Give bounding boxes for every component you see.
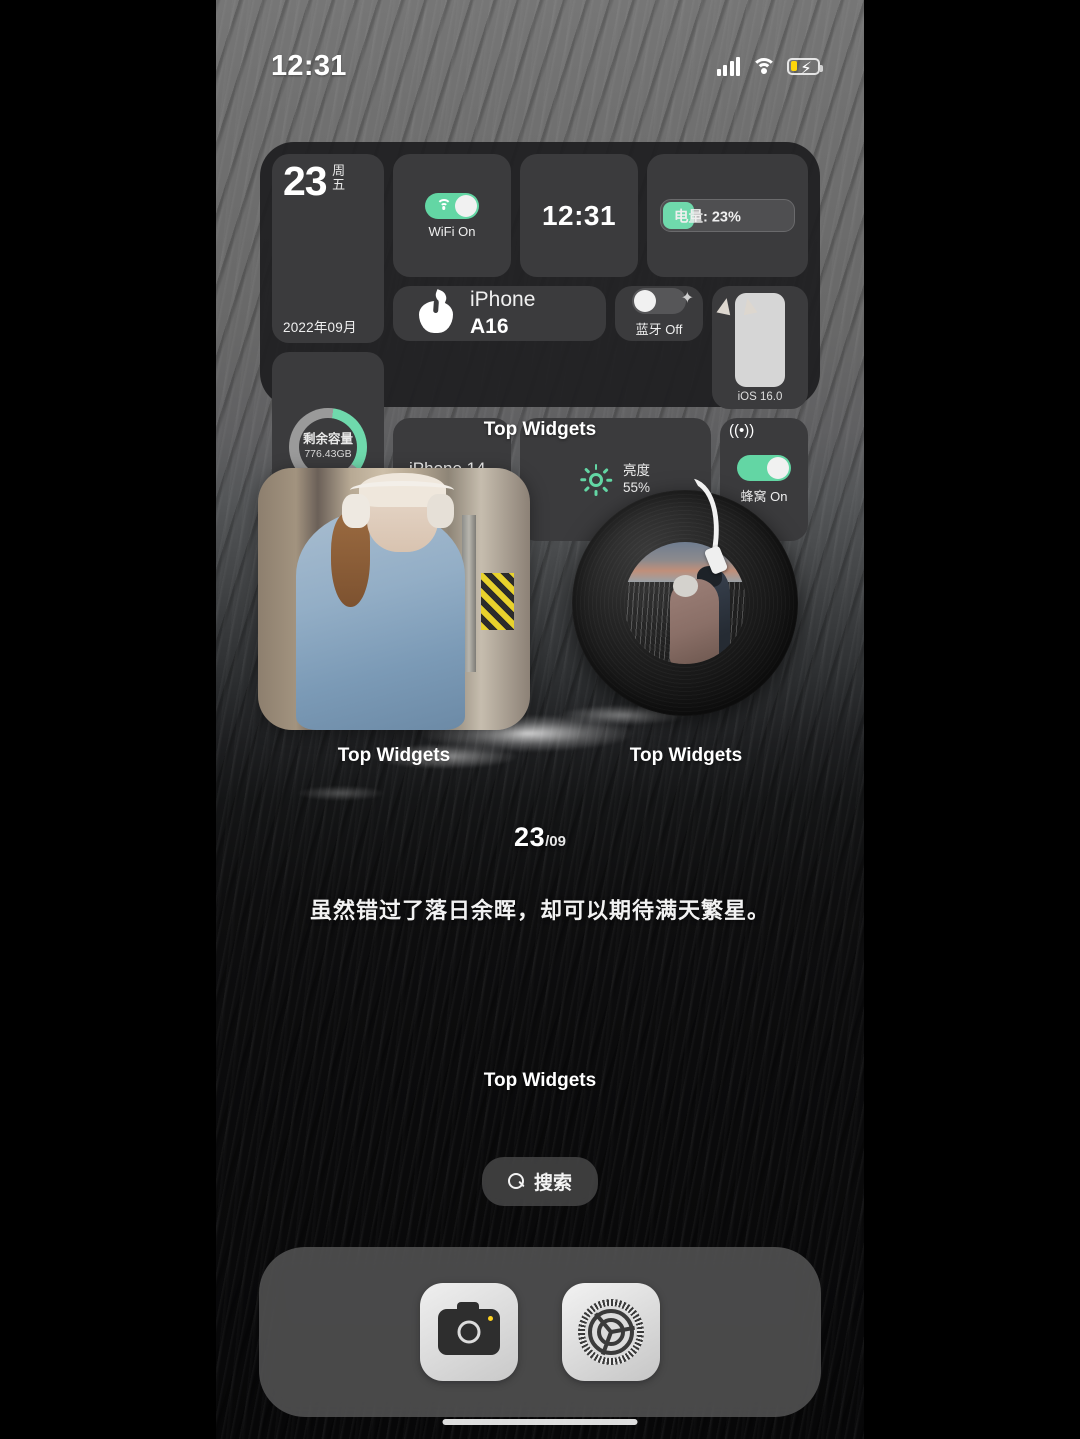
app-icon-settings[interactable] (562, 1283, 660, 1381)
camera-icon (438, 1302, 500, 1355)
photo-figure-front-hat (672, 574, 699, 597)
iphone-home-screen: 12:31 ⚡ 23 周五 2022年09月 剩余容量 776.43GB WiF… (216, 0, 864, 1439)
widget-row-1: WiFi On 12:31 电量: 23% (393, 154, 808, 277)
date-month: 2022年09月 (283, 320, 357, 335)
cellular-bars-icon (716, 56, 740, 76)
status-bar-indicators: ⚡ (716, 56, 823, 78)
status-bar-clock: 12:31 (271, 49, 347, 82)
device-name: iPhone (470, 288, 536, 311)
bluetooth-label: 蓝牙 Off (635, 322, 683, 338)
storage-value: 776.43GB (304, 447, 352, 460)
cellular-toggle[interactable]: ((•)) (729, 423, 791, 481)
toggle-knob (634, 290, 656, 313)
dock (259, 1247, 821, 1417)
ios-photo-tile[interactable]: iOS 16.0 (712, 286, 808, 409)
bluetooth-icon: ✦ (680, 290, 694, 307)
photo-widget[interactable] (258, 468, 530, 730)
vinyl-center-photo (623, 541, 746, 664)
date-tile[interactable]: 23 周五 2022年09月 (272, 154, 384, 343)
date-weekday: 周五 (332, 163, 346, 192)
quote-text: 虽然错过了落日余晖，却可以期待满天繁星。 (309, 898, 770, 923)
record-widget[interactable] (572, 478, 798, 716)
wifi-toggle[interactable] (425, 192, 479, 219)
status-bar: 12:31 ⚡ (216, 0, 864, 98)
date-day: 23 (283, 158, 328, 204)
battery-charging-low-icon: ⚡ (787, 57, 823, 78)
wifi-small-icon (436, 198, 451, 211)
search-icon (507, 1173, 525, 1190)
quote-widget-label: Top Widgets (483, 1070, 597, 1091)
quote-date: 23/09 (216, 822, 864, 853)
battery-text: 电量: 23% (674, 209, 741, 225)
device-tile[interactable]: iPhone A16 (393, 286, 606, 341)
top-widgets-panel[interactable]: 23 周五 2022年09月 剩余容量 776.43GB WiFi On 12:… (260, 142, 820, 541)
gear-icon (578, 1299, 644, 1365)
search-label: 搜索 (533, 1173, 573, 1194)
wifi-icon (751, 57, 776, 76)
app-icon-camera[interactable] (420, 1283, 518, 1381)
top-widgets-label: Top Widgets (483, 419, 597, 440)
widget-row-2: iPhone A16 ✦ 蓝牙 Off iOS 16.0 (393, 286, 808, 409)
record-widget-label: Top Widgets (629, 745, 743, 766)
apple-logo-icon (419, 289, 453, 334)
quote-date-month: /09 (545, 833, 566, 850)
wifi-label: WiFi On (428, 223, 476, 239)
search-button[interactable]: 搜索 (481, 1157, 599, 1206)
wifi-tile[interactable]: WiFi On (393, 154, 511, 277)
battery-bar: 电量: 23% (660, 199, 795, 232)
clock-tile[interactable]: 12:31 (520, 154, 638, 277)
brightness-label: 亮度 (622, 462, 650, 478)
bluetooth-tile[interactable]: ✦ 蓝牙 Off (615, 286, 703, 341)
toggle-knob (767, 456, 789, 479)
date-tile-top: 23 周五 (283, 158, 374, 204)
clock-widget-time: 12:31 (541, 199, 617, 231)
photo-hazard-stripes (481, 572, 514, 631)
battery-tile[interactable]: 电量: 23% (647, 154, 808, 277)
home-indicator[interactable] (442, 1419, 638, 1425)
device-text: iPhone A16 (470, 286, 535, 341)
headphones-cup-left (342, 494, 370, 529)
bluetooth-toggle[interactable]: ✦ (632, 288, 694, 315)
headphones-cup-right (426, 494, 454, 529)
ios-version-label: iOS 16.0 (737, 391, 783, 403)
device-chip: A16 (470, 315, 509, 339)
quote-date-day: 23 (514, 822, 546, 852)
phone-frame-icon (716, 293, 785, 387)
toggle-knob (455, 194, 477, 217)
photo-widget-label: Top Widgets (337, 745, 451, 766)
